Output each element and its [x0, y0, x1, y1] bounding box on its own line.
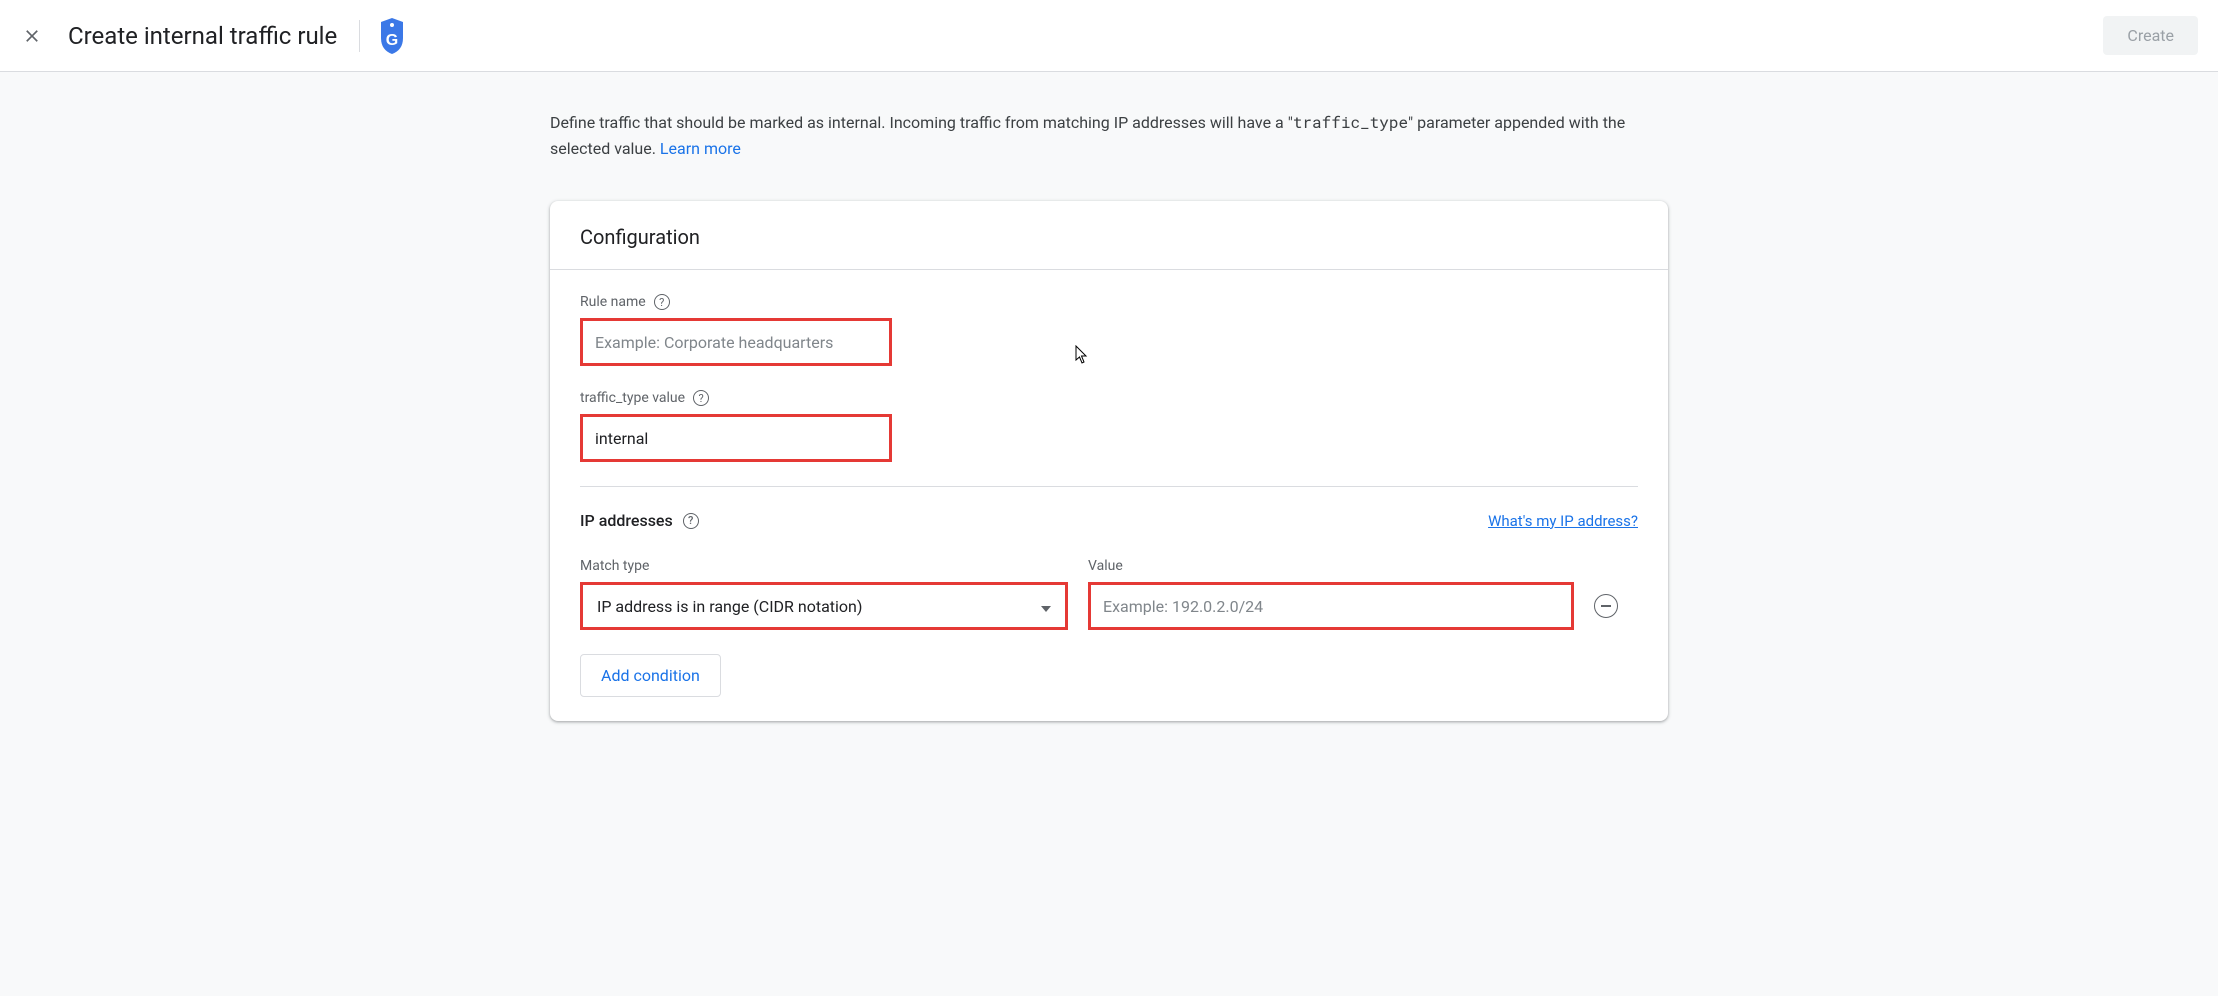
svg-text:G: G — [386, 32, 398, 49]
traffic-type-label-row: traffic_type value ? — [580, 390, 1638, 406]
value-col: Value — [1088, 558, 1574, 630]
match-type-select[interactable]: IP address is in range (CIDR notation) — [580, 582, 1068, 630]
match-type-label: Match type — [580, 558, 1068, 574]
header-left-group: Create internal traffic rule G — [20, 16, 408, 56]
help-icon[interactable]: ? — [693, 390, 709, 406]
ip-section-title: IP addresses — [580, 511, 673, 530]
card-body: Rule name ? traffic_type value ? IP addr… — [550, 294, 1668, 697]
close-icon — [22, 26, 42, 46]
learn-more-link[interactable]: Learn more — [660, 139, 741, 158]
minus-icon — [1601, 605, 1611, 607]
description-before: Define traffic that should be marked as … — [550, 113, 1293, 132]
card-title: Configuration — [550, 201, 1668, 270]
title-divider — [359, 20, 360, 52]
value-input[interactable] — [1088, 582, 1574, 630]
help-icon[interactable]: ? — [654, 294, 670, 310]
rule-name-label-row: Rule name ? — [580, 294, 1638, 310]
match-type-col: Match type IP address is in range (CIDR … — [580, 558, 1068, 630]
description-text: Define traffic that should be marked as … — [550, 110, 1668, 161]
content-area: Define traffic that should be marked as … — [550, 72, 1668, 761]
add-condition-button[interactable]: Add condition — [580, 654, 721, 697]
ga-logo-icon: G — [376, 16, 408, 56]
traffic-type-input[interactable] — [580, 414, 892, 462]
page-header: Create internal traffic rule G Create — [0, 0, 2218, 72]
description-code: traffic_type — [1293, 112, 1408, 133]
rule-name-group: Rule name ? — [580, 294, 1638, 366]
traffic-type-label: traffic_type value — [580, 390, 685, 406]
page-title: Create internal traffic rule — [68, 22, 337, 50]
condition-row: Match type IP address is in range (CIDR … — [580, 558, 1638, 630]
close-button[interactable] — [20, 24, 44, 48]
create-button[interactable]: Create — [2103, 16, 2198, 55]
section-divider — [580, 486, 1638, 487]
rule-name-input[interactable] — [580, 318, 892, 366]
match-type-value: IP address is in range (CIDR notation) — [597, 597, 862, 616]
chevron-down-icon — [1041, 597, 1051, 616]
rule-name-label: Rule name — [580, 294, 646, 310]
configuration-card: Configuration Rule name ? traffic_type v… — [550, 201, 1668, 721]
whats-my-ip-link[interactable]: What's my IP address? — [1488, 512, 1638, 530]
page-title-wrap: Create internal traffic rule G — [68, 16, 408, 56]
ip-section-header: IP addresses ? What's my IP address? — [580, 511, 1638, 530]
ip-section-title-wrap: IP addresses ? — [580, 511, 699, 530]
value-label: Value — [1088, 558, 1574, 574]
remove-condition-button[interactable] — [1594, 594, 1618, 618]
traffic-type-group: traffic_type value ? — [580, 390, 1638, 462]
help-icon[interactable]: ? — [683, 513, 699, 529]
